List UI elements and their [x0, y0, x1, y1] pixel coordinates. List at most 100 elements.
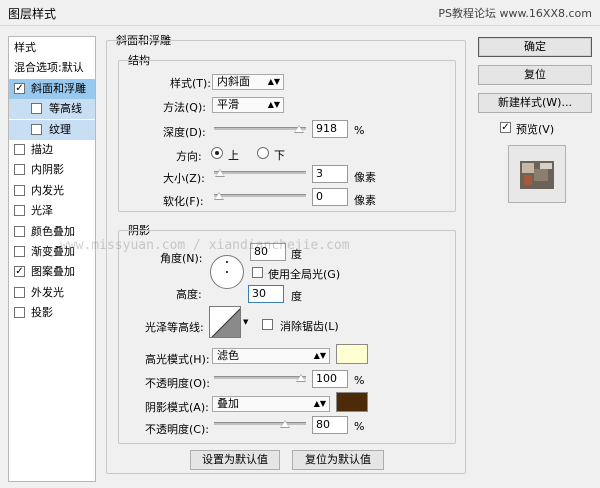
size-unit: 像素: [354, 171, 376, 184]
depth-label: 深度(D):: [163, 126, 206, 139]
shadow-color-swatch[interactable]: [336, 392, 368, 412]
sidebar-item-11-label: 投影: [31, 306, 53, 319]
sidebar-item-4[interactable]: 内阴影: [9, 160, 95, 180]
updown-arrow-icon: ▲▼: [267, 77, 280, 86]
angle-dial-center: [226, 271, 228, 273]
make-default-button[interactable]: 设置为默认值: [190, 450, 280, 470]
sidebar-item-6[interactable]: 光泽: [9, 201, 95, 221]
sidebar-item-1[interactable]: 等高线: [9, 99, 95, 119]
angle-label: 角度(N):: [160, 252, 203, 265]
size-slider-track[interactable]: [214, 171, 306, 174]
direction-up-radio[interactable]: [211, 147, 223, 159]
size-slider-thumb[interactable]: [214, 169, 225, 177]
reset-default-button[interactable]: 复位为默认值: [292, 450, 384, 470]
ok-button[interactable]: 确定: [478, 37, 592, 57]
sidebar-item-5-label: 内发光: [31, 184, 64, 197]
highlight-opacity-slider-thumb[interactable]: [296, 374, 306, 382]
shadow-opacity-slider-thumb[interactable]: [279, 420, 290, 428]
sidebar-item-1-label: 等高线: [49, 102, 82, 115]
sidebar-item-4-label: 内阴影: [31, 163, 64, 176]
antialias-checkbox[interactable]: [262, 319, 273, 330]
sidebar-item-8-checkbox[interactable]: [14, 246, 25, 257]
cancel-button[interactable]: 复位: [478, 65, 592, 85]
sidebar-item-11-checkbox[interactable]: [14, 307, 25, 318]
technique-label: 方法(Q):: [163, 101, 206, 114]
direction-label: 方向:: [176, 150, 202, 163]
preview-label: 预览(V): [516, 123, 555, 136]
watermark-text: PS教程论坛 www.16XX8.com: [438, 7, 592, 20]
shadow-opacity-label: 不透明度(C):: [145, 423, 209, 436]
highlight-color-swatch[interactable]: [336, 344, 368, 364]
sidebar-item-9[interactable]: ✓ 图案叠加: [9, 262, 95, 282]
sidebar-item-4-checkbox[interactable]: [14, 164, 25, 175]
antialias-label: 消除锯齿(L): [280, 320, 339, 333]
updown-arrow-icon: ▲▼: [267, 100, 280, 109]
sidebar-item-10-label: 外发光: [31, 286, 64, 299]
altitude-input[interactable]: 30: [248, 285, 284, 303]
sidebar-item-6-label: 光泽: [31, 204, 53, 217]
global-light-label: 使用全局光(G): [268, 268, 341, 281]
sidebar-item-7-checkbox[interactable]: [14, 226, 25, 237]
soften-slider-thumb[interactable]: [214, 192, 224, 200]
soften-slider-track[interactable]: [214, 194, 306, 197]
technique-select[interactable]: 平滑 ▲▼: [212, 97, 284, 113]
sidebar-item-3[interactable]: 描边: [9, 140, 95, 160]
highlight-opacity-slider-track[interactable]: [214, 376, 306, 379]
sidebar-item-2-checkbox[interactable]: [31, 124, 42, 135]
sidebar-header[interactable]: 样式: [9, 38, 95, 58]
angle-dial[interactable]: [210, 255, 244, 289]
depth-slider-track[interactable]: [214, 127, 306, 130]
angle-dial-marker: [226, 261, 228, 263]
depth-input[interactable]: 918: [312, 120, 348, 138]
depth-unit: %: [354, 124, 365, 137]
title-bar[interactable]: 图层样式 PS教程论坛 www.16XX8.com: [0, 0, 600, 26]
style-select-value: 内斜面: [217, 75, 250, 88]
sidebar-item-blending-options-label: 混合选项:默认: [14, 61, 84, 74]
global-light-checkbox[interactable]: [252, 267, 263, 278]
sidebar-item-2[interactable]: 纹理: [9, 120, 95, 140]
shadow-mode-select[interactable]: 叠加 ▲▼: [212, 396, 330, 412]
angle-input[interactable]: 80: [250, 243, 286, 261]
sidebar-item-3-label: 描边: [31, 143, 53, 156]
highlight-mode-value: 滤色: [217, 349, 239, 362]
size-input[interactable]: 3: [312, 165, 348, 183]
angle-unit: 度: [291, 248, 302, 261]
sidebar-item-8-label: 渐变叠加: [31, 245, 75, 258]
sidebar-item-10[interactable]: 外发光: [9, 283, 95, 303]
sidebar-item-0[interactable]: ✓ 斜面和浮雕: [9, 79, 95, 99]
style-select[interactable]: 内斜面 ▲▼: [212, 74, 284, 90]
preview-checkbox[interactable]: ✓: [500, 122, 511, 133]
direction-down-label: 下: [274, 149, 285, 162]
sidebar-item-10-checkbox[interactable]: [14, 287, 25, 298]
highlight-mode-select[interactable]: 滤色 ▲▼: [212, 348, 330, 364]
direction-down-radio[interactable]: [257, 147, 269, 159]
technique-select-value: 平滑: [217, 98, 239, 111]
sidebar-item-7[interactable]: 颜色叠加: [9, 222, 95, 242]
shadow-opacity-input[interactable]: 80: [312, 416, 348, 434]
highlight-opacity-input[interactable]: 100: [312, 370, 348, 388]
depth-slider-thumb[interactable]: [294, 125, 305, 133]
sidebar-item-3-checkbox[interactable]: [14, 144, 25, 155]
sidebar-item-blending-options[interactable]: 混合选项:默认: [9, 58, 95, 78]
highlight-mode-label: 高光模式(H):: [145, 353, 210, 366]
altitude-unit: 度: [291, 290, 302, 303]
contour-preview[interactable]: [209, 306, 241, 338]
sidebar-item-5[interactable]: 内发光: [9, 181, 95, 201]
contour-label: 光泽等高线:: [145, 321, 204, 334]
sidebar-item-5-checkbox[interactable]: [14, 185, 25, 196]
direction-up-label: 上: [228, 149, 239, 162]
soften-label: 软化(F):: [163, 195, 204, 208]
sidebar-item-6-checkbox[interactable]: [14, 205, 25, 216]
shadow-mode-label: 阴影模式(A):: [145, 401, 209, 414]
updown-arrow-icon: ▲▼: [313, 351, 326, 360]
contour-dropdown-icon[interactable]: ▼: [243, 318, 248, 326]
sidebar-item-11[interactable]: 投影: [9, 303, 95, 323]
sidebar-item-8[interactable]: 渐变叠加: [9, 242, 95, 262]
sidebar-item-0-checkbox[interactable]: ✓: [14, 83, 25, 94]
sidebar-item-9-checkbox[interactable]: ✓: [14, 266, 25, 277]
shadow-opacity-slider-track[interactable]: [214, 422, 306, 425]
altitude-label: 高度:: [176, 288, 202, 301]
new-style-button[interactable]: 新建样式(W)...: [478, 93, 592, 113]
sidebar-item-1-checkbox[interactable]: [31, 103, 42, 114]
soften-input[interactable]: 0: [312, 188, 348, 206]
